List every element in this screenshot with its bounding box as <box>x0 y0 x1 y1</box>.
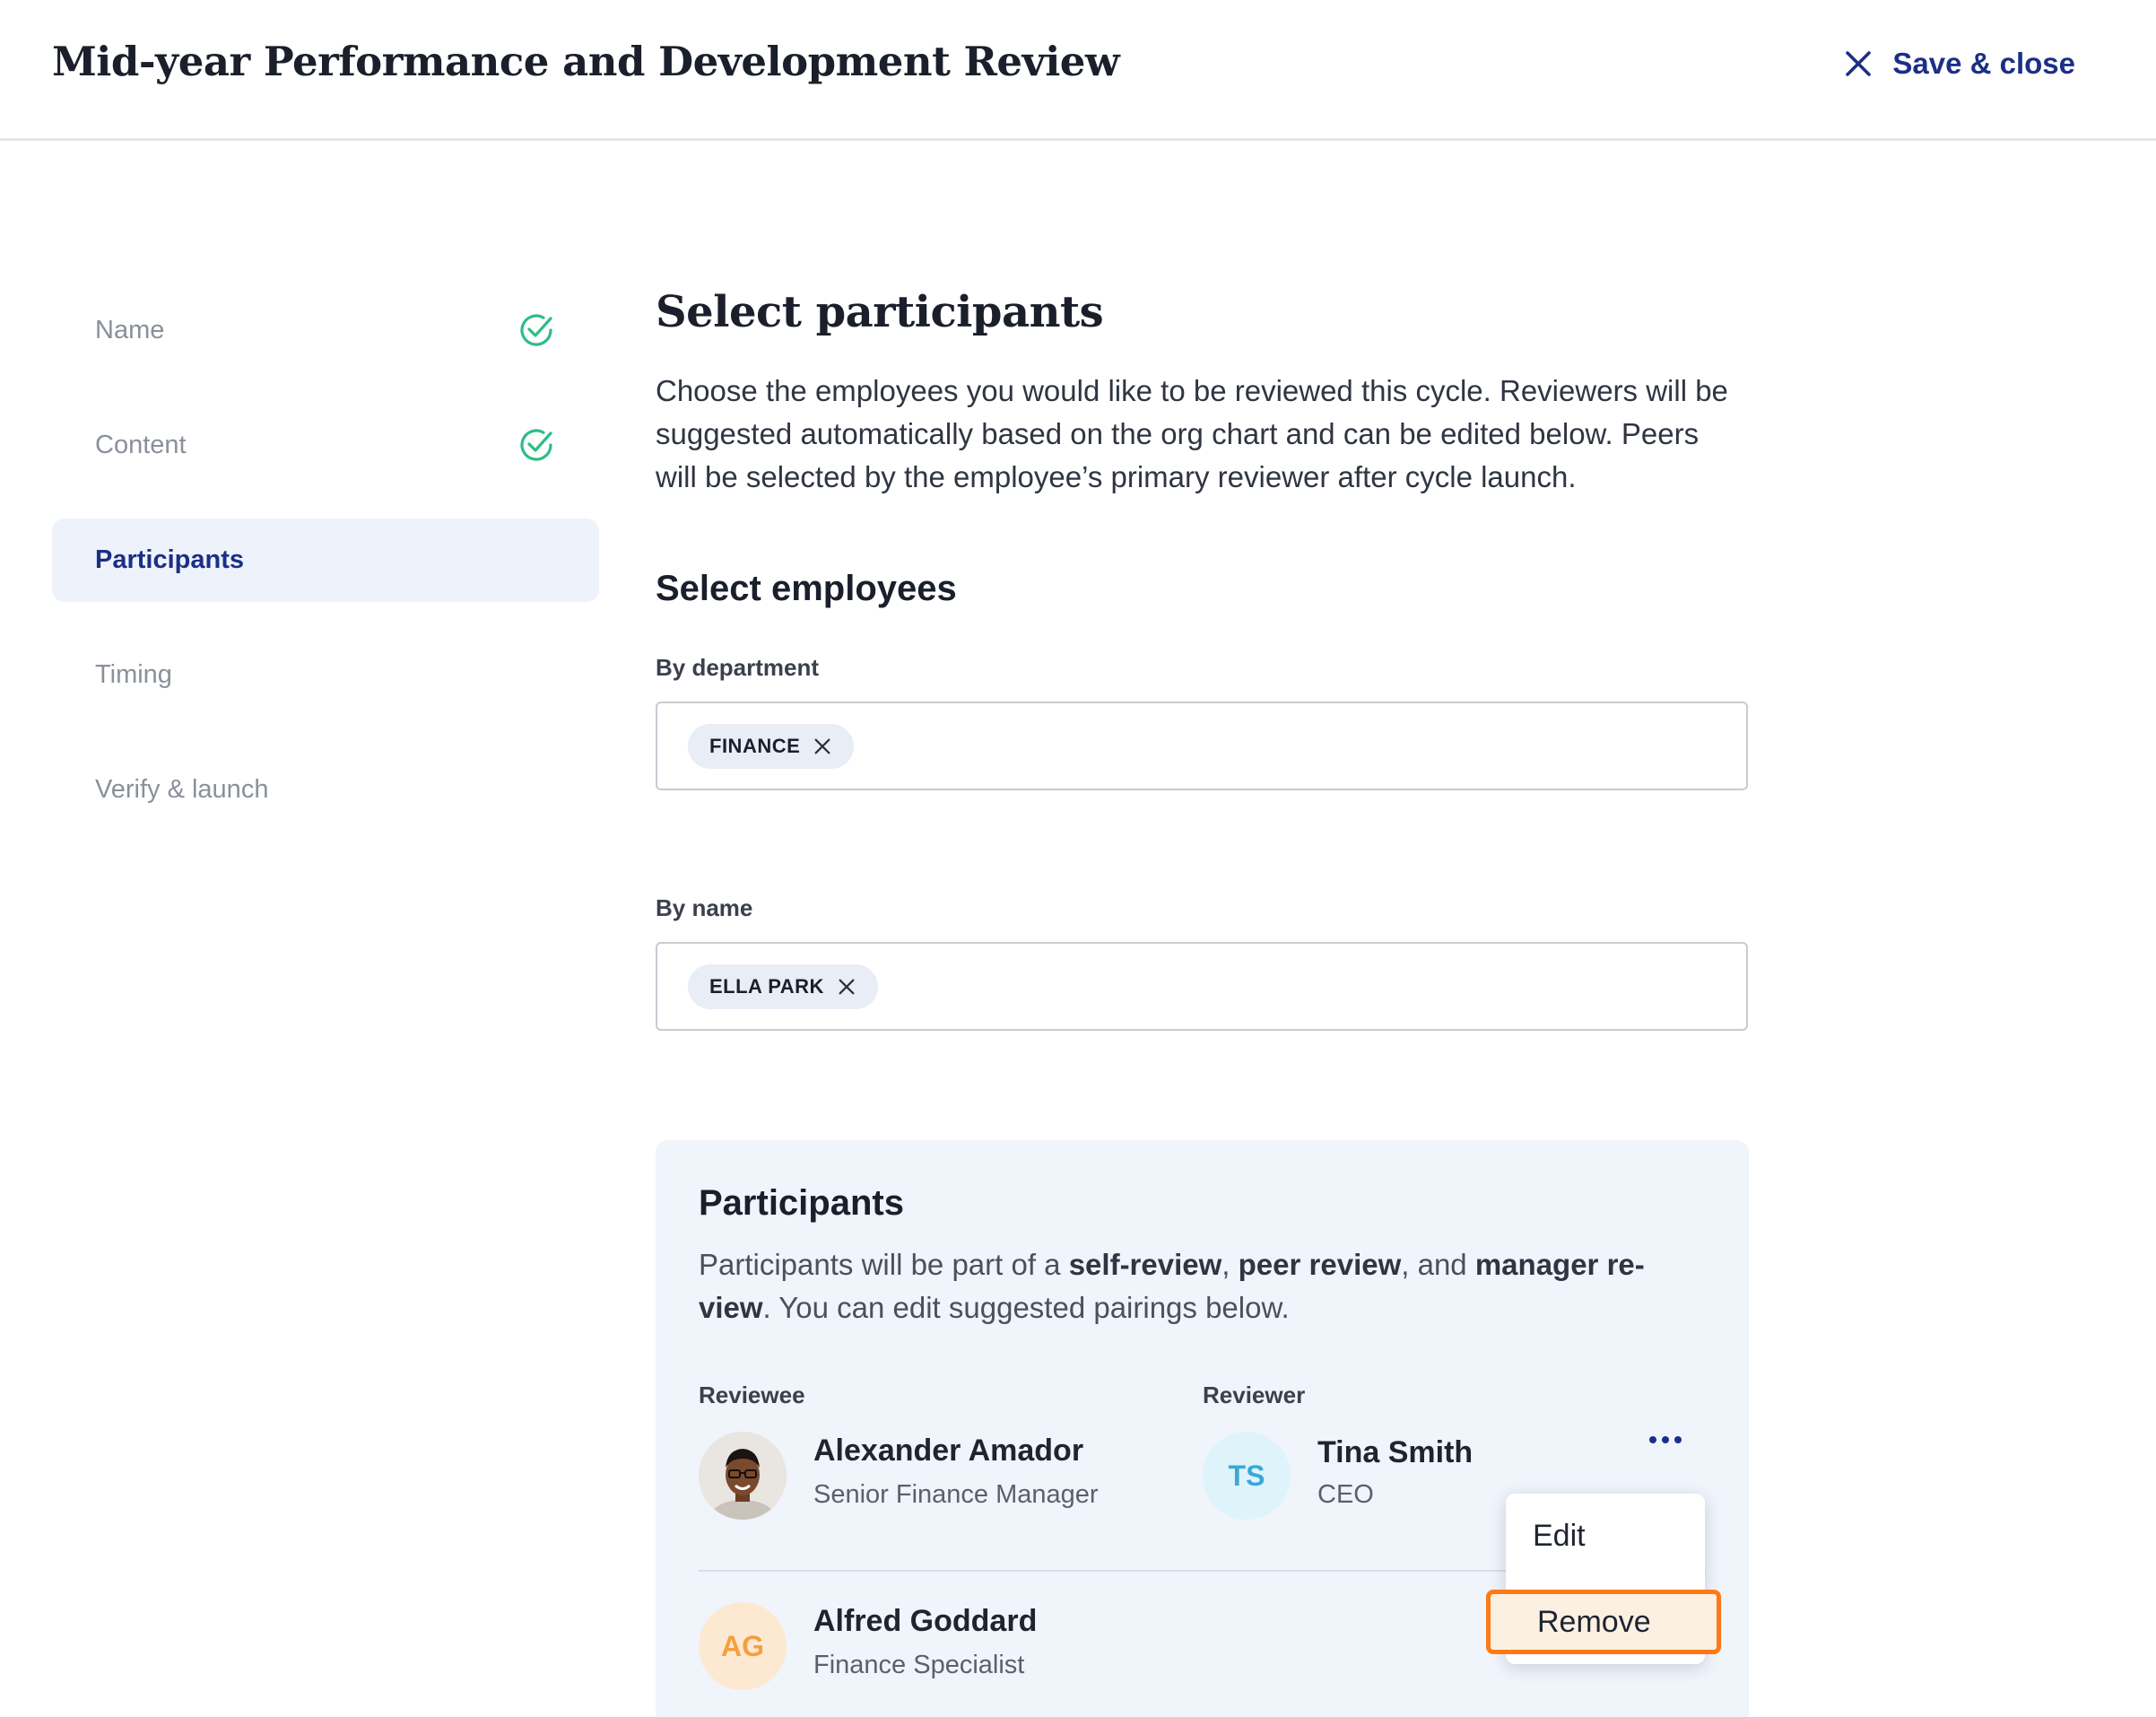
column-headers: Reviewee Reviewer <box>699 1381 1706 1408</box>
step-label: Participants <box>95 545 244 574</box>
reviewer-column-header: Reviewer <box>1203 1381 1306 1408</box>
remove-chip-icon[interactable] <box>813 736 832 756</box>
reviewee-column-header: Reviewee <box>699 1381 805 1408</box>
check-circle-icon <box>520 429 552 461</box>
intro-line: suggested automatically based on the org… <box>656 417 1700 450</box>
reviewee-avatar: AG <box>699 1602 787 1690</box>
department-multiselect[interactable]: FINANCE <box>656 702 1748 790</box>
participants-description: Participants will be part of a self-revi… <box>699 1248 1645 1324</box>
step-verify-launch[interactable]: Verify & launch <box>52 748 599 832</box>
reviewee-name: Alexander Amador <box>813 1434 1084 1468</box>
step-content[interactable]: Content <box>52 404 599 487</box>
step-participants[interactable]: Participants <box>52 519 599 602</box>
step-nav: Name Content Participants Timing Verify … <box>52 289 599 863</box>
remove-chip-icon[interactable] <box>837 977 856 997</box>
save-close-button[interactable]: Save & close <box>1842 47 2075 81</box>
save-close-label: Save & close <box>1892 47 2075 80</box>
reviewer-avatar: TS <box>1203 1432 1291 1520</box>
reviewer-role: CEO <box>1317 1480 1374 1509</box>
intro-line: will be selected by the employee’s prima… <box>656 460 1577 493</box>
menu-item-edit[interactable]: Edit <box>1506 1519 1705 1554</box>
page-title: Mid-year Performance and Development Rev… <box>52 38 1120 85</box>
check-circle-icon <box>520 314 552 346</box>
participants-title: Participants <box>699 1183 904 1223</box>
reviewee-role: Senior Finance Manager <box>813 1480 1099 1509</box>
step-label: Content <box>95 431 187 459</box>
step-name[interactable]: Name <box>52 289 599 372</box>
by-department-label: By department <box>656 654 820 681</box>
avatar <box>699 1432 787 1520</box>
close-icon <box>1846 51 1872 76</box>
chip-label: FINANCE <box>709 734 801 757</box>
step-timing[interactable]: Timing <box>52 633 599 717</box>
person-photo-icon <box>699 1432 787 1520</box>
reviewer-name: Tina Smith <box>1317 1435 1474 1469</box>
name-chip: ELLA PARK <box>688 963 878 1009</box>
department-chip: FINANCE <box>688 723 855 769</box>
name-multiselect[interactable]: ELLA PARK <box>656 942 1748 1031</box>
step-label: Verify & launch <box>95 775 269 804</box>
more-options-icon[interactable] <box>1643 1426 1688 1453</box>
chip-label: ELLA PARK <box>709 974 824 998</box>
reviewee-name: Alfred Goddard <box>813 1604 1038 1638</box>
step-label: Name <box>95 316 165 344</box>
top-bar: Mid-year Performance and Development Rev… <box>0 0 2156 141</box>
intro-line: Choose the employees you would like to b… <box>656 374 1728 407</box>
step-label: Timing <box>95 660 172 689</box>
main-content: Select participants Choose the employees… <box>656 287 1750 1031</box>
intro-text: Choose the employees you would like to b… <box>656 370 1750 499</box>
menu-item-remove[interactable]: Remove <box>1486 1590 1721 1654</box>
row-actions-menu: Edit Remove <box>1486 1494 1721 1664</box>
reviewee-role: Finance Specialist <box>813 1651 1025 1679</box>
by-name-label: By name <box>656 894 753 921</box>
select-employees-heading: Select employees <box>656 569 957 608</box>
section-title: Select participants <box>656 287 1104 337</box>
